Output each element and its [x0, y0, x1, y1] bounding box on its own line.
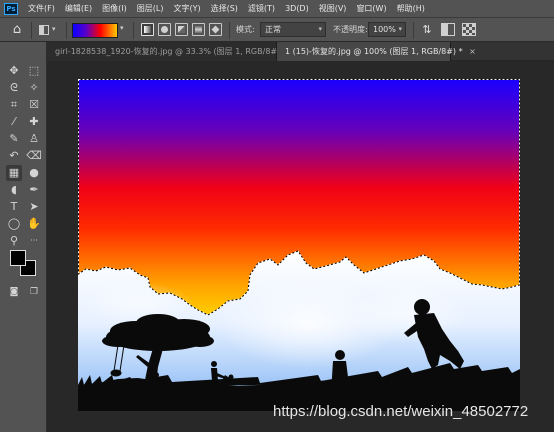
pen-tool-icon[interactable]: ✒	[26, 182, 42, 198]
separator	[133, 22, 134, 39]
gradient-picker-chevron-icon[interactable]: ▾	[120, 24, 124, 40]
separator	[31, 22, 32, 39]
document-tab-label: girl-1828538_1920-恢复的.jpg @ 33.3% (图层 1,…	[55, 47, 287, 56]
eraser-tool-icon[interactable]: ⌫	[26, 148, 42, 164]
separator	[413, 22, 414, 39]
home-icon[interactable]: ⌂	[7, 22, 27, 38]
chevron-down-icon: ▾	[398, 25, 402, 33]
document-tab-2[interactable]: 1 (15)-恢复的.jpg @ 100% (图层 1, RGB/8#) * ×	[277, 42, 476, 61]
menu-help[interactable]: 帮助(H)	[392, 3, 430, 14]
opacity-input[interactable]: 100% ▾	[368, 22, 406, 37]
gradient-tool-icon[interactable]: ▦	[6, 165, 22, 181]
crop-tool-icon[interactable]: ⌗	[6, 97, 22, 113]
gradient-editor-swatch[interactable]	[72, 23, 118, 38]
zoom-tool-icon[interactable]: ⚲	[6, 233, 22, 249]
menu-file[interactable]: 文件(F)	[23, 3, 60, 14]
history-brush-tool-icon[interactable]: ↶	[6, 148, 22, 164]
angle-gradient-icon[interactable]	[175, 23, 188, 36]
reflected-gradient-icon[interactable]	[192, 23, 205, 36]
radial-gradient-icon[interactable]	[158, 23, 171, 36]
separator	[229, 22, 230, 39]
canvas-workspace[interactable]: https://blog.csdn.net/weixin_48502772	[47, 62, 554, 432]
dither-icon[interactable]	[441, 23, 455, 36]
path-selection-tool-icon[interactable]: ➤	[26, 199, 42, 215]
menu-type[interactable]: 文字(Y)	[168, 3, 205, 14]
quick-mask-icon[interactable]: ◙	[6, 284, 22, 300]
gradient-preset-icon	[39, 25, 49, 35]
tools-panel: ✥ ⬚ ᘓ ✧ ⌗ ☒ ⁄ ✚ ✎ ♙ ↶ ⌫ ▦ ● ◖ ✒ T ➤ ◯ ✋ …	[0, 42, 47, 432]
mode-label: 模式:	[236, 25, 255, 34]
opacity-value: 100%	[373, 25, 396, 34]
mode-select[interactable]: 正常 ▾	[260, 22, 326, 37]
menu-select[interactable]: 选择(S)	[206, 3, 243, 14]
tool-preset-picker[interactable]: ▾	[37, 22, 61, 38]
brush-tool-icon[interactable]: ✎	[6, 131, 22, 147]
screen-mode-icon[interactable]: ❐	[26, 284, 42, 300]
foreground-color-swatch[interactable]	[10, 250, 26, 266]
move-tool-icon[interactable]: ✥	[6, 63, 22, 79]
more-tools-icon[interactable]: ···	[26, 233, 42, 249]
clone-stamp-tool-icon[interactable]: ♙	[26, 131, 42, 147]
chevron-down-icon: ▾	[52, 25, 56, 33]
magic-wand-tool-icon[interactable]: ✧	[26, 80, 42, 96]
shape-tool-icon[interactable]: ◯	[6, 216, 22, 232]
reverse-icon[interactable]: ⇅	[420, 23, 434, 36]
opacity-label: 不透明度:	[333, 25, 368, 34]
separator	[66, 22, 67, 39]
watermark-text: https://blog.csdn.net/weixin_48502772	[273, 403, 529, 420]
healing-brush-tool-icon[interactable]: ✚	[26, 114, 42, 130]
menu-image[interactable]: 图像(I)	[97, 3, 132, 14]
hand-tool-icon[interactable]: ✋	[26, 216, 42, 232]
type-tool-icon[interactable]: T	[6, 199, 22, 215]
close-icon[interactable]: ×	[469, 47, 476, 56]
diamond-gradient-icon[interactable]	[209, 23, 222, 36]
chevron-down-icon: ▾	[318, 25, 322, 33]
document-tab-1[interactable]: girl-1828538_1920-恢复的.jpg @ 33.3% (图层 1,…	[47, 42, 300, 61]
menu-view[interactable]: 视图(V)	[314, 3, 352, 14]
marquee-tool-icon[interactable]: ⬚	[26, 63, 42, 79]
blur-tool-icon[interactable]: ●	[26, 165, 42, 181]
menu-window[interactable]: 窗口(W)	[351, 3, 391, 14]
menu-filter[interactable]: 滤镜(T)	[243, 3, 280, 14]
document-tab-label: 1 (15)-恢复的.jpg @ 100% (图层 1, RGB/8#) *	[285, 47, 463, 56]
lasso-tool-icon[interactable]: ᘓ	[6, 80, 22, 96]
canvas-image	[78, 79, 520, 411]
transparency-icon[interactable]	[462, 23, 476, 36]
menu-layer[interactable]: 图层(L)	[132, 3, 169, 14]
dodge-tool-icon[interactable]: ◖	[6, 182, 22, 198]
menu-3d[interactable]: 3D(D)	[280, 4, 314, 13]
eyedropper-tool-icon[interactable]: ⁄	[6, 114, 22, 130]
menu-edit[interactable]: 编辑(E)	[60, 3, 97, 14]
menu-bar: Ps 文件(F) 编辑(E) 图像(I) 图层(L) 文字(Y) 选择(S) 滤…	[0, 0, 554, 17]
options-bar: ⌂ ▾ ▾ 模式: 正常 ▾ 不透明度: 100% ▾ ⇅	[0, 17, 554, 42]
document-canvas[interactable]	[78, 79, 520, 411]
mode-value: 正常	[265, 25, 281, 34]
linear-gradient-icon[interactable]	[141, 23, 154, 36]
document-tab-bar: girl-1828538_1920-恢复的.jpg @ 33.3% (图层 1,…	[47, 42, 554, 61]
frame-tool-icon[interactable]: ☒	[26, 97, 42, 113]
photoshop-logo-icon: Ps	[4, 2, 18, 15]
